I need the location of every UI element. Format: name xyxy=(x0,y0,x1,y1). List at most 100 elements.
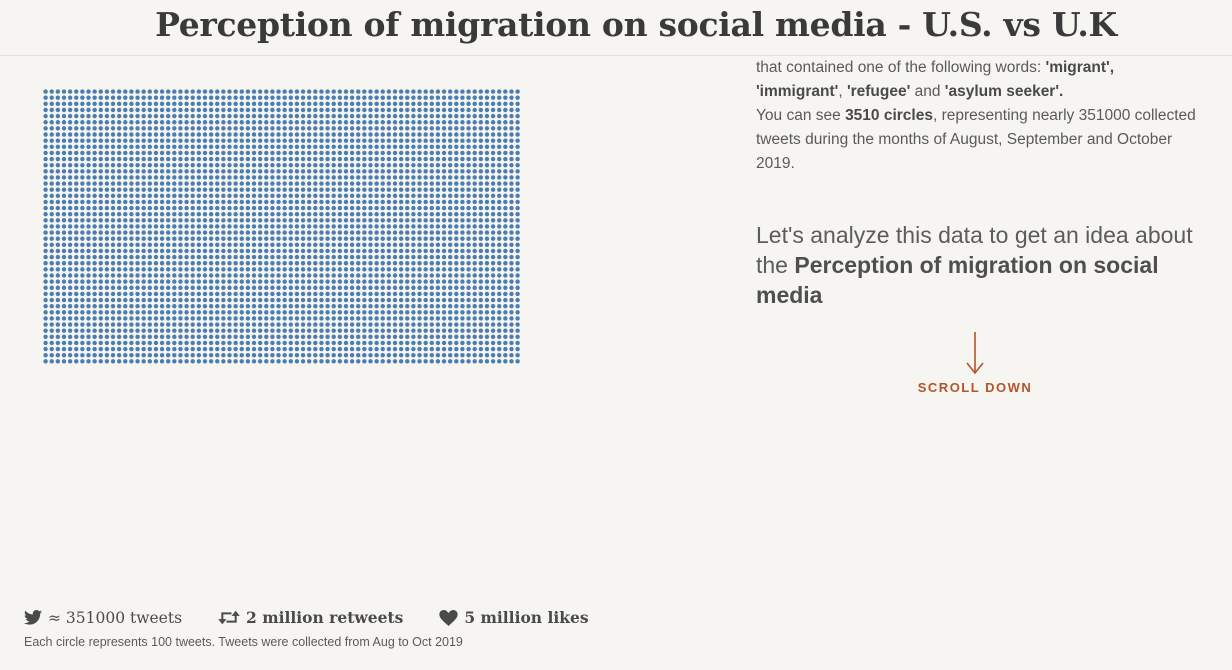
tweet-dot xyxy=(509,113,514,119)
tweet-dot xyxy=(478,316,484,321)
tweet-dot xyxy=(74,138,79,143)
tweet-dot xyxy=(484,254,490,260)
tweet-dot xyxy=(190,175,195,180)
tweet-dot xyxy=(386,156,392,162)
tweet-dot xyxy=(239,193,244,199)
tweet-dot xyxy=(61,303,67,309)
tweet-dot xyxy=(172,107,177,113)
tweet-dot xyxy=(270,150,275,156)
scroll-down-cue[interactable]: SCROLL DOWN xyxy=(900,330,1050,395)
scroll-down-label[interactable]: SCROLL DOWN xyxy=(900,380,1050,395)
tweet-dot xyxy=(264,328,269,333)
tweet-dot xyxy=(282,138,287,143)
tweet-dot xyxy=(208,224,214,229)
tweet-dot xyxy=(392,340,398,346)
tweet-dot xyxy=(172,126,177,131)
tweet-dot xyxy=(129,285,134,290)
tweet-dot xyxy=(423,285,428,290)
tweet-dot xyxy=(484,126,490,131)
tweet-dot xyxy=(49,156,54,162)
tweet-dot xyxy=(159,169,165,174)
tweet-dot xyxy=(386,175,392,180)
tweet-dot xyxy=(362,236,367,241)
tweet-dot xyxy=(153,291,159,297)
tweet-dot xyxy=(368,242,373,248)
tweet-dot xyxy=(300,267,306,272)
tweet-dot xyxy=(276,273,281,278)
tweet-dot xyxy=(300,291,306,297)
tweet-dot xyxy=(98,328,103,333)
tweet-dot xyxy=(196,340,202,346)
tweet-dot xyxy=(61,224,67,229)
tweet-dot xyxy=(319,242,324,248)
tweet-dot xyxy=(337,242,343,248)
tweet-dot xyxy=(472,352,477,358)
tweet-dot xyxy=(497,120,502,125)
tweet-dot xyxy=(129,218,134,223)
tweet-dot xyxy=(135,181,140,186)
tweet-dot xyxy=(405,101,410,107)
tweet-dot xyxy=(454,322,459,327)
tweet-dot xyxy=(386,150,392,156)
tweet-dot xyxy=(503,359,508,364)
tweet-dot xyxy=(429,352,434,358)
tweet-dot xyxy=(202,236,208,241)
tweet-dot xyxy=(411,352,416,358)
tweet-dot xyxy=(67,120,73,125)
tweet-dot xyxy=(368,144,373,149)
tweet-dot xyxy=(202,230,208,235)
tweet-dot xyxy=(515,273,520,278)
tweet-dot xyxy=(208,212,214,217)
tweet-dot xyxy=(116,212,122,217)
tweet-dot xyxy=(92,89,97,94)
tweet-dot xyxy=(80,279,85,284)
tweet-dot xyxy=(147,169,153,174)
tweet-dot xyxy=(86,261,91,266)
tweet-dot xyxy=(411,236,416,241)
tweet-dot xyxy=(147,218,153,223)
tweet-dot xyxy=(306,89,312,94)
tweet-dot xyxy=(61,187,67,192)
tweet-dot xyxy=(392,156,398,162)
tweet-dot xyxy=(515,267,520,272)
tweet-dot xyxy=(349,193,355,199)
tweet-dot xyxy=(478,95,484,100)
tweet-dot xyxy=(331,175,336,180)
tweet-dot xyxy=(147,340,153,346)
tweet-dot xyxy=(55,322,61,327)
tweet-dot xyxy=(208,156,214,162)
tweet-dot xyxy=(80,150,85,156)
tweet-dot xyxy=(509,132,514,137)
tweet-dot xyxy=(190,248,195,254)
tweet-dot xyxy=(319,297,324,303)
tweet-dot xyxy=(405,322,410,327)
tweet-dot xyxy=(429,138,434,143)
tweet-dot xyxy=(276,303,281,309)
tweet-dot xyxy=(368,334,373,339)
tweet-dot xyxy=(190,303,195,309)
tweet-dot xyxy=(478,162,484,168)
tweet-dot xyxy=(202,285,208,290)
tweet-dot xyxy=(368,291,373,297)
tweet-dot xyxy=(276,236,281,241)
tweet-dot xyxy=(276,181,281,186)
tweet-dot xyxy=(515,144,520,149)
tweet-dot xyxy=(490,156,496,162)
tweet-dot xyxy=(435,162,441,168)
tweet-dot xyxy=(484,187,490,192)
tweet-dot xyxy=(429,218,434,223)
tweet-dot xyxy=(110,212,116,217)
tweet-dot xyxy=(92,193,97,199)
tweet-dot xyxy=(80,236,85,241)
tweet-dot xyxy=(233,291,238,297)
tweet-dot xyxy=(423,340,428,346)
tweet-dot xyxy=(233,113,238,119)
tweet-dot xyxy=(454,89,459,94)
tweet-dot xyxy=(386,138,392,143)
tweet-dot xyxy=(43,236,48,241)
tweet-dot xyxy=(86,120,91,125)
tweet-dot xyxy=(116,297,122,303)
tweet-dot xyxy=(282,346,287,352)
tweet-dot xyxy=(178,169,183,174)
tweet-dot xyxy=(447,205,453,211)
